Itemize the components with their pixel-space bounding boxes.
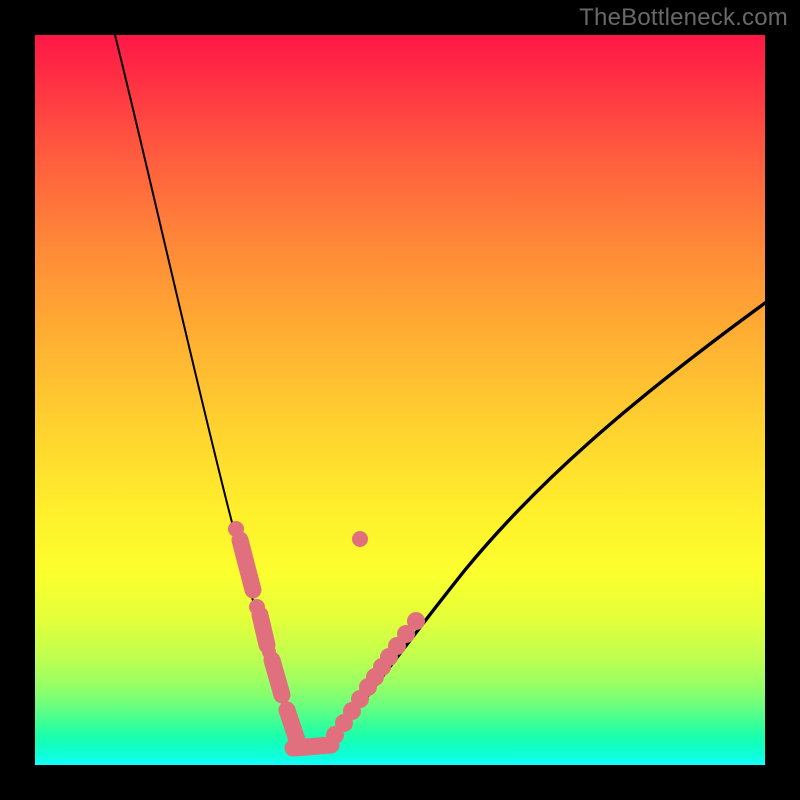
marker-dot [407, 612, 425, 630]
marker-dot-detached [352, 531, 368, 547]
marker-pill [260, 615, 267, 645]
curve-layer [35, 35, 765, 765]
chart-frame: TheBottleneck.com [0, 0, 800, 800]
marker-bottom-pill [293, 745, 331, 748]
marker-pill [240, 540, 253, 590]
plot-area [35, 35, 765, 765]
markers-right [326, 531, 425, 744]
marker-pill [287, 710, 297, 740]
curve-right-branch [323, 303, 765, 750]
watermark-text: TheBottleneck.com [579, 4, 788, 32]
marker-pill [272, 660, 282, 695]
markers-left [228, 521, 297, 740]
